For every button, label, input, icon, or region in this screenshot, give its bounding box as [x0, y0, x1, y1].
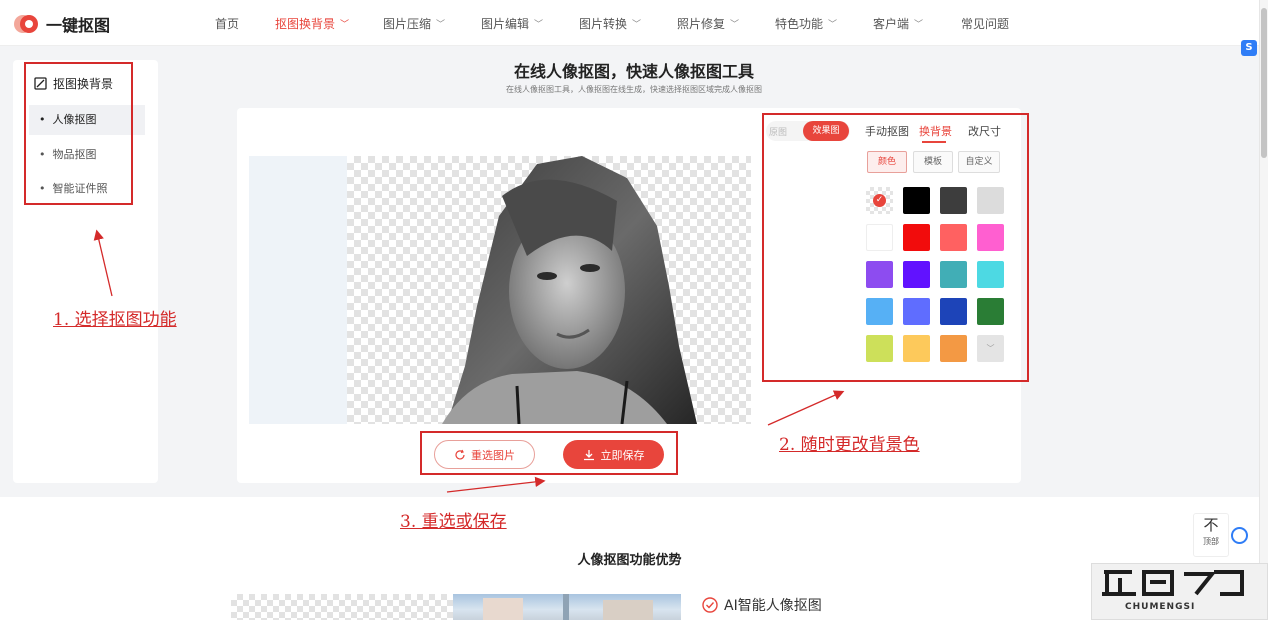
- nav-item-features[interactable]: 特色功能 ﹀: [775, 15, 873, 32]
- annotation-step3: 3. 重选或保存: [400, 512, 507, 532]
- chevron-down-icon: ﹀: [730, 20, 740, 30]
- back-to-top-button[interactable]: 不 顶部: [1193, 513, 1229, 557]
- watermark-text: CHUMENGSI: [1125, 602, 1196, 612]
- annotation-step1: 1. 选择抠图功能: [53, 310, 177, 330]
- chevron-down-icon: ﹀: [436, 20, 446, 30]
- logo-text: 一键抠图: [46, 16, 111, 35]
- scrollbar-thumb[interactable]: [1261, 8, 1267, 158]
- page-title: 在线人像抠图，快速人像抠图工具: [513, 62, 754, 81]
- nav-item-repair[interactable]: 照片修复 ﹀: [677, 15, 775, 32]
- page-subtitle: 在线人像抠图工具，人像抠图在线生成，快速选择抠图区域完成人像抠图: [506, 85, 762, 94]
- feature-preview-photo: [453, 594, 681, 620]
- nav-item-convert[interactable]: 图片转换 ﹀: [579, 15, 677, 32]
- feature-preview-transparent: [231, 594, 453, 620]
- annotation-step2: 2. 随时更改背景色: [779, 435, 920, 455]
- nav-item-compress[interactable]: 图片压缩 ﹀: [383, 15, 481, 32]
- nav-item-faq[interactable]: 常见问题: [961, 15, 1031, 32]
- feature-item: AI智能人像抠图: [702, 595, 822, 615]
- chevron-down-icon: ﹀: [914, 20, 924, 30]
- main-nav: 首页 抠图换背景 ﹀ 图片压缩 ﹀ 图片编辑 ﹀ 图片转换 ﹀ 照片修复 ﹀ 特色功能 ﹀ …: [215, 15, 1031, 32]
- logo[interactable]: 一键抠图: [14, 12, 110, 36]
- chevron-down-icon: ﹀: [534, 20, 544, 30]
- annotation-box-buttons: [420, 431, 678, 475]
- result-canvas[interactable]: [347, 156, 751, 424]
- extension-s-icon[interactable]: S: [1241, 40, 1257, 56]
- chevron-down-icon: ﹀: [632, 20, 642, 30]
- chevron-down-icon: ﹀: [828, 20, 838, 30]
- annotation-box-panel: [762, 113, 1029, 382]
- portrait-image: [442, 156, 697, 424]
- original-preview-pane: [249, 156, 349, 424]
- nav-item-client[interactable]: 客户端 ﹀: [873, 15, 961, 32]
- top-navigation-bar: 一键抠图 首页 抠图换背景 ﹀ 图片压缩 ﹀ 图片编辑 ﹀ 图片转换 ﹀ 照片修复 ﹀ 特…: [0, 0, 1268, 46]
- chevron-down-icon: ﹀: [340, 20, 350, 30]
- nav-item-edit[interactable]: 图片编辑 ﹀: [481, 15, 579, 32]
- nav-item-matting[interactable]: 抠图换背景 ﹀: [275, 15, 383, 32]
- check-circle-icon: [702, 597, 718, 613]
- arrow-up-icon: 不: [1203, 516, 1219, 534]
- help-icon[interactable]: [1231, 527, 1248, 544]
- nav-item-home[interactable]: 首页: [215, 15, 275, 32]
- logo-icon: [14, 13, 38, 35]
- features-title: 人像抠图功能优势: [577, 553, 682, 568]
